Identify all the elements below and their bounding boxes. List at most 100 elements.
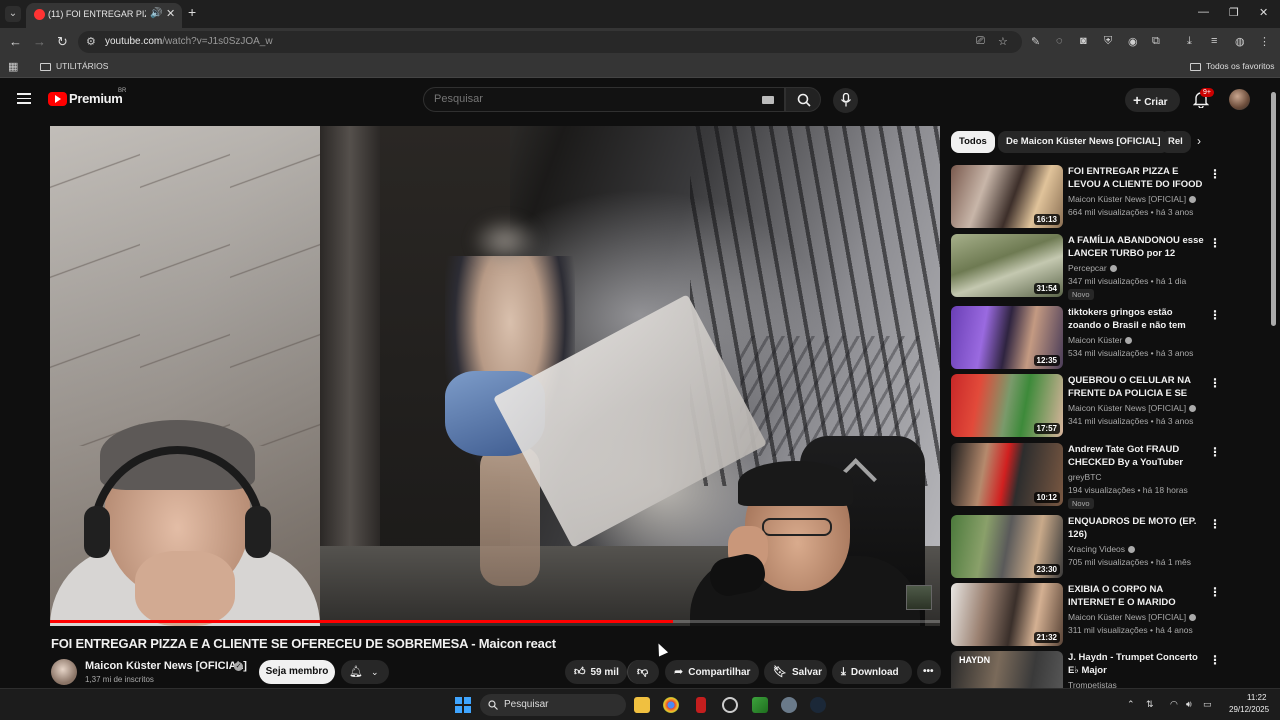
recommendation-title[interactable]: A FAMÍLIA ABANDONOU esse LANCER TURBO po… (1068, 234, 1204, 260)
search-button[interactable] (785, 87, 821, 112)
recommendation-item[interactable]: 31:54 A FAMÍLIA ABANDONOU esse LANCER TU… (951, 234, 1221, 300)
wifi-icon[interactable]: ◠ (1170, 699, 1178, 710)
video-thumbnail[interactable]: 21:32 (951, 583, 1063, 646)
all-bookmarks[interactable]: Todos os favoritos (1190, 61, 1275, 71)
media-control-icon[interactable]: ≡ (1211, 35, 1217, 47)
address-bar[interactable]: ⚙ youtube.com/watch?v=J1s0SzJOA_w ⎚ ☆ (78, 31, 1022, 53)
recommendation-item[interactable]: 21:32 EXIBIA O CORPO NA INTERNET E O MAR… (951, 583, 1221, 647)
voice-search-button[interactable] (833, 88, 858, 113)
more-vertical-icon[interactable]: ⋮ (1209, 236, 1221, 250)
back-icon[interactable]: ← (9, 34, 22, 49)
taskbar-search[interactable]: Pesquisar (480, 694, 626, 716)
recommendation-item[interactable]: 10:12 Andrew Tate Got FRAUD CHECKED By a… (951, 443, 1221, 509)
account-avatar[interactable] (1229, 89, 1250, 110)
apps-grid-icon[interactable]: ▦ (8, 60, 18, 73)
more-vertical-icon[interactable]: ⋮ (1209, 517, 1221, 531)
extensions-puzzle-icon[interactable]: ⧉ (1152, 35, 1160, 48)
pen-extension-icon[interactable]: ✎ (1031, 35, 1040, 48)
tab-search-icon[interactable]: ⌄ (5, 6, 21, 22)
like-button[interactable]: 👍︎ 59 mil (565, 660, 627, 684)
reload-icon[interactable]: ↻ (57, 34, 68, 50)
video-thumbnail[interactable]: HAYDN (951, 651, 1063, 688)
app-red-icon[interactable] (696, 697, 706, 713)
close-tab-icon[interactable]: ✕ (166, 7, 175, 20)
video-player[interactable] (50, 126, 940, 626)
speaker-icon[interactable]: 🔊 (150, 8, 162, 19)
steam-icon[interactable] (810, 697, 826, 713)
channel-name[interactable]: Maicon Küster News [OFICIAL] (85, 660, 247, 672)
forward-icon[interactable]: → (33, 34, 46, 49)
join-button[interactable]: Seja membro (259, 660, 335, 684)
recommendation-title[interactable]: Andrew Tate Got FRAUD CHECKED By a YouTu… (1068, 443, 1204, 469)
network-icon[interactable]: ⇅ (1146, 699, 1154, 710)
recommendation-title[interactable]: QUEBROU O CELULAR NA FRENTE DA POLICIA E… (1068, 374, 1204, 400)
more-vertical-icon[interactable]: ⋮ (1209, 653, 1221, 667)
progress-bar-fill[interactable] (50, 620, 673, 623)
vpn-extension-icon[interactable]: ◉ (1128, 35, 1138, 48)
more-vertical-icon[interactable]: ⋮ (1209, 445, 1221, 459)
chevron-up-icon[interactable]: ⌃ (1127, 699, 1135, 710)
shield-extension-icon[interactable]: ⛨ (1104, 35, 1112, 48)
restore-icon[interactable]: ❐ (1229, 6, 1239, 19)
active-tab[interactable]: (11) FOI ENTREGAR PIZZA E 🔊 ✕ (26, 3, 182, 28)
video-thumbnail[interactable]: 16:13 (951, 165, 1063, 228)
more-menu-icon[interactable]: ⋮ (1259, 35, 1270, 48)
create-button[interactable]: + Criar (1125, 88, 1180, 112)
hamburger-menu-icon[interactable] (17, 93, 31, 104)
chevron-right-icon[interactable]: › (1197, 134, 1201, 148)
download-icon[interactable]: ⤓ (1187, 35, 1192, 48)
recommendation-title[interactable]: tiktokers gringos estão zoando o Brasil … (1068, 306, 1204, 332)
video-thumbnail[interactable]: 12:35 (951, 306, 1063, 369)
recommendation-title[interactable]: ENQUADROS DE MOTO (EP. 126) (1068, 515, 1204, 541)
dislike-button[interactable]: 👎︎ (627, 660, 659, 684)
recommendation-item[interactable]: 16:13 FOI ENTREGAR PIZZA E LEVOU A CLIEN… (951, 165, 1221, 229)
chip-related[interactable]: Rel (1160, 131, 1191, 153)
new-tab-icon[interactable]: + (188, 4, 196, 20)
site-info-icon[interactable]: ⚙ (86, 35, 96, 48)
recommendation-item[interactable]: 12:35 tiktokers gringos estão zoando o B… (951, 306, 1221, 370)
more-vertical-icon[interactable]: ⋮ (1209, 376, 1221, 390)
clock-time[interactable]: 11:22 (1247, 693, 1266, 702)
circle-extension-icon[interactable]: ◌ (1056, 35, 1063, 47)
app-green-icon[interactable] (752, 697, 768, 713)
recommendation-title[interactable]: EXIBIA O CORPO NA INTERNET E O MARIDO DE… (1068, 583, 1204, 609)
share-button[interactable]: ➦ Compartilhar (665, 660, 759, 684)
recommendation-item[interactable]: 23:30 ENQUADROS DE MOTO (EP. 126) Xracin… (951, 515, 1221, 579)
download-button[interactable]: ⤓ Download (832, 660, 912, 684)
channel-avatar[interactable] (51, 659, 77, 685)
video-thumbnail[interactable]: 10:12 (951, 443, 1063, 506)
youtube-logo-icon[interactable] (48, 92, 67, 106)
page-scrollbar[interactable] (1271, 92, 1276, 326)
more-actions-button[interactable]: ••• (917, 660, 941, 684)
minimize-icon[interactable]: — (1198, 6, 1209, 18)
video-thumbnail[interactable]: 31:54 (951, 234, 1063, 297)
bookmark-star-icon[interactable]: ☆ (998, 35, 1008, 48)
profile-icon[interactable]: ◍ (1235, 35, 1245, 48)
keyboard-icon[interactable] (762, 96, 774, 104)
recommendation-item[interactable]: 17:57 QUEBROU O CELULAR NA FRENTE DA POL… (951, 374, 1221, 438)
premium-wordmark[interactable]: Premium (69, 91, 123, 106)
camera-extension-icon[interactable]: ◙ (1080, 35, 1087, 47)
file-explorer-icon[interactable] (634, 697, 650, 713)
video-thumbnail[interactable]: 23:30 (951, 515, 1063, 578)
window-close-icon[interactable]: ✕ (1259, 6, 1268, 19)
more-vertical-icon[interactable]: ⋮ (1209, 167, 1221, 181)
battery-icon[interactable]: ▭ (1203, 699, 1212, 710)
windows-start-icon[interactable] (455, 697, 471, 713)
recommendation-title[interactable]: FOI ENTREGAR PIZZA E LEVOU A CLIENTE DO … (1068, 165, 1204, 191)
subscription-bell-button[interactable]: 🔔︎ ⌄ (341, 660, 389, 684)
search-input[interactable] (434, 93, 734, 105)
save-button[interactable]: 🔖︎ Salvar (764, 660, 827, 684)
recommendation-title[interactable]: J. Haydn - Trumpet Concerto E♭ Major (1068, 651, 1204, 677)
settings-gear-icon[interactable] (781, 697, 797, 713)
bookmark-folder-utilitarios[interactable]: UTILITÁRIOS (40, 61, 108, 71)
app-circle-icon[interactable] (722, 697, 738, 713)
more-vertical-icon[interactable]: ⋮ (1209, 308, 1221, 322)
clock-date[interactable]: 29/12/2025 (1229, 705, 1269, 714)
video-thumbnail[interactable]: 17:57 (951, 374, 1063, 437)
chrome-icon[interactable] (663, 697, 679, 713)
volume-icon[interactable]: 🔊︎ (1186, 699, 1192, 710)
chip-all[interactable]: Todos (951, 131, 995, 153)
more-vertical-icon[interactable]: ⋮ (1209, 585, 1221, 599)
chip-channel[interactable]: De Maicon Küster News [OFICIAL] (998, 131, 1169, 153)
